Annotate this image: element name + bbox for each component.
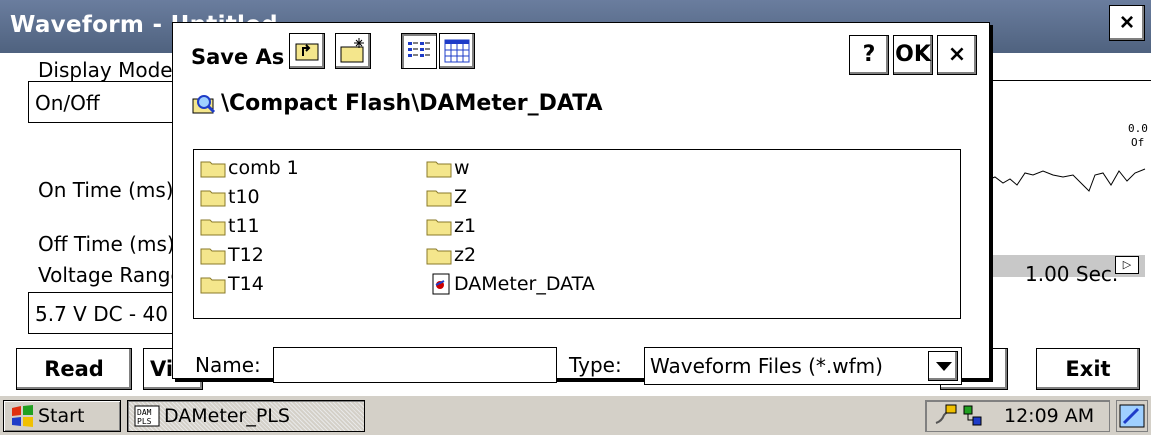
- list-view-button[interactable]: [401, 33, 437, 69]
- file-list[interactable]: comb 1 t10 t11 T12 T14 w Z z1 z2 DAMeter…: [193, 149, 961, 319]
- folder-name: t10: [228, 186, 260, 208]
- list-view-icon: [408, 42, 430, 57]
- system-tray: 12:09 AM: [925, 400, 1110, 432]
- voltage-range-select[interactable]: 5.7 V DC - 40: [28, 292, 178, 334]
- scroll-right-arrow[interactable]: ▷: [1115, 256, 1139, 274]
- task-button-dameter[interactable]: DAM PLS DAMeter_PLS: [127, 400, 365, 432]
- folder-icon: [426, 161, 452, 178]
- svg-text:PLS: PLS: [137, 417, 152, 426]
- start-label: Start: [38, 405, 85, 427]
- display-mode-label: Display Mode:: [38, 58, 180, 82]
- folder-icon: [426, 190, 452, 207]
- chart-value-label: 0.0: [1128, 122, 1148, 135]
- desktop-button[interactable]: [1116, 400, 1148, 432]
- folder-item[interactable]: t11: [200, 215, 260, 237]
- task-label: DAMeter_PLS: [164, 405, 290, 427]
- chart-value-sublabel: Of: [1131, 136, 1145, 149]
- folder-item[interactable]: comb 1: [200, 157, 299, 179]
- file-item[interactable]: DAMeter_DATA: [430, 273, 595, 295]
- up-folder-icon: [295, 43, 319, 61]
- folder-item[interactable]: T14: [200, 273, 264, 295]
- folder-icon: [426, 219, 452, 236]
- name-label: Name:: [195, 353, 261, 377]
- folder-icon: [200, 219, 226, 236]
- folder-icon: [200, 248, 226, 265]
- app-icon: DAM PLS: [134, 405, 160, 427]
- up-folder-button[interactable]: [289, 33, 325, 69]
- power-plug-icon[interactable]: [932, 403, 960, 429]
- chart-time-label: 1.00 Sec.: [1025, 262, 1119, 286]
- windows-flag-icon: [12, 405, 33, 427]
- file-icon: [432, 273, 450, 295]
- new-folder-button[interactable]: [335, 33, 371, 69]
- folder-icon: [200, 277, 226, 294]
- desktop-icon: [1119, 404, 1145, 428]
- folder-name: w: [454, 157, 470, 179]
- start-button[interactable]: Start: [3, 400, 121, 432]
- read-button[interactable]: Read: [16, 348, 132, 390]
- network-icon[interactable]: [962, 403, 984, 429]
- folder-name: z2: [454, 244, 477, 266]
- folder-name: comb 1: [228, 157, 299, 179]
- dialog-close-button[interactable]: ×: [937, 35, 977, 75]
- off-time-label: Off Time (ms): [38, 232, 175, 256]
- folder-name: T14: [228, 273, 264, 295]
- folder-name: Z: [454, 186, 468, 208]
- path-text: \Compact Flash\DAMeter_DATA: [221, 91, 603, 116]
- folder-search-icon: [192, 95, 216, 114]
- folder-item[interactable]: z1: [426, 215, 476, 237]
- dialog-title: Save As: [191, 45, 285, 69]
- on-time-label: On Time (ms): [38, 178, 174, 202]
- detail-view-button[interactable]: [439, 33, 475, 69]
- svg-text:DAM: DAM: [137, 408, 152, 417]
- voltage-range-label: Voltage Range: [38, 263, 183, 287]
- type-select[interactable]: Waveform Files (*.wfm): [644, 347, 962, 385]
- taskbar: Start DAM PLS DAMeter_PLS 12:09 AM: [0, 395, 1151, 435]
- type-label: Type:: [569, 353, 622, 377]
- folder-icon: [200, 190, 226, 207]
- folder-name: z1: [454, 215, 477, 237]
- type-value: Waveform Files (*.wfm): [650, 354, 883, 378]
- exit-button[interactable]: Exit: [1036, 348, 1140, 390]
- ok-button[interactable]: OK: [893, 35, 933, 75]
- folder-item[interactable]: T12: [200, 244, 264, 266]
- window-close-button[interactable]: ×: [1109, 5, 1145, 41]
- display-mode-select[interactable]: On/Off: [28, 81, 178, 123]
- folder-name: T12: [228, 244, 264, 266]
- folder-icon: [426, 248, 452, 265]
- folder-icon: [200, 161, 226, 178]
- save-as-dialog: Save As ? OK × \Compact Flash\DAMeter_DA…: [172, 22, 990, 385]
- clock[interactable]: 12:09 AM: [1004, 405, 1094, 427]
- help-button[interactable]: ?: [849, 35, 889, 75]
- folder-item[interactable]: z2: [426, 244, 476, 266]
- folder-name: t11: [228, 215, 260, 237]
- new-folder-icon: [340, 38, 364, 63]
- chevron-down-icon[interactable]: [928, 351, 958, 381]
- file-name: DAMeter_DATA: [454, 273, 595, 295]
- folder-item[interactable]: w: [426, 157, 470, 179]
- folder-item[interactable]: t10: [200, 186, 260, 208]
- detail-view-icon: [444, 39, 470, 63]
- name-input[interactable]: [273, 347, 557, 383]
- current-path: \Compact Flash\DAMeter_DATA: [191, 91, 603, 123]
- folder-item[interactable]: Z: [426, 186, 467, 208]
